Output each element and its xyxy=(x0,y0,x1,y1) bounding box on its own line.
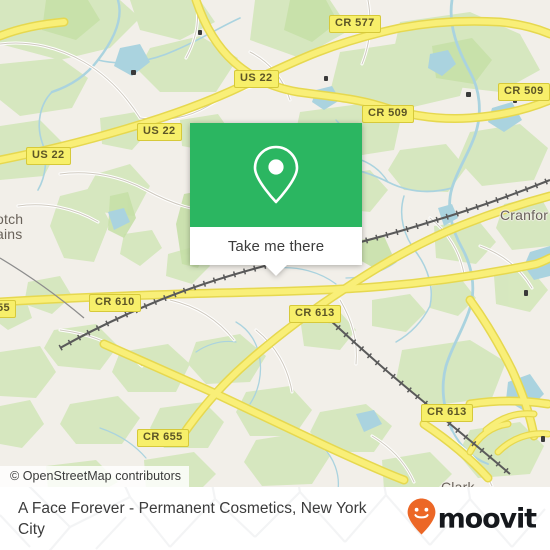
map-pin-icon xyxy=(252,144,300,206)
road-shield-cr-577: CR 577 xyxy=(329,15,381,33)
road-shield-cr-613-upper: CR 613 xyxy=(289,305,341,323)
popup-pointer-tail xyxy=(264,264,288,276)
road-shield-cr-655: CR 655 xyxy=(137,429,189,447)
road-shield-cr-610: CR 610 xyxy=(89,294,141,312)
road-shield-cr-509-right: CR 509 xyxy=(498,83,550,101)
map-attribution[interactable]: © OpenStreetMap contributors xyxy=(0,466,190,487)
popup-footer[interactable]: Take me there xyxy=(190,227,362,265)
road-shield-us-22-left-lower: US 22 xyxy=(26,147,71,165)
moovit-wordmark: moovit xyxy=(437,503,538,534)
road-shield-us-22-top: US 22 xyxy=(234,70,279,88)
location-popup-card[interactable]: Take me there xyxy=(190,123,362,276)
popup-header xyxy=(190,123,362,227)
place-title: A Face Forever - Permanent Cosmetics, Ne… xyxy=(18,499,367,538)
footer-bar: A Face Forever - Permanent Cosmetics, Ne… xyxy=(0,487,550,550)
moovit-brand[interactable]: moovit xyxy=(406,497,538,540)
moovit-map-screenshot: otch ains Cranfor Clark CR 577 US 22 CR … xyxy=(0,0,550,550)
road-shield-cr-613-lower: CR 613 xyxy=(421,404,473,422)
road-shield-cr-655-clipped: 55 xyxy=(0,300,17,318)
take-me-there-label: Take me there xyxy=(227,237,325,255)
moovit-smiley-pin-icon xyxy=(406,497,437,540)
road-shield-cr-509-mid: CR 509 xyxy=(362,105,414,123)
map-canvas[interactable]: otch ains Cranfor Clark CR 577 US 22 CR … xyxy=(0,0,550,490)
road-shield-us-22-left-upper: US 22 xyxy=(137,123,182,141)
